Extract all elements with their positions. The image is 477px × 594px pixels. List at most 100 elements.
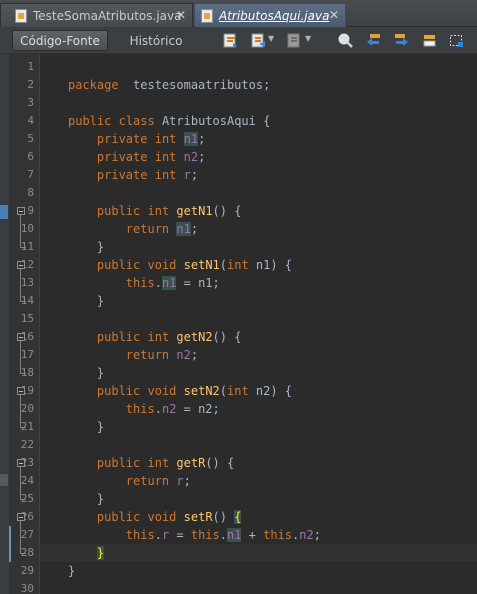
code-line[interactable]: } <box>40 238 477 256</box>
code-line[interactable]: public int getN2() { <box>40 328 477 346</box>
code-line[interactable]: } <box>40 544 477 562</box>
fold-toggle-icon[interactable] <box>17 459 25 467</box>
line-number: 24 <box>20 474 34 487</box>
code-token: class <box>118 114 155 128</box>
code-token: getR <box>176 456 206 470</box>
code-token: n1 <box>176 222 191 236</box>
code-line[interactable] <box>40 436 477 454</box>
line-number: 27 <box>20 528 34 541</box>
code-token: int <box>227 384 249 398</box>
line-number: 1 <box>27 60 34 73</box>
code-line[interactable] <box>40 184 477 202</box>
code-token: = n1; <box>176 276 220 290</box>
code-token: int <box>147 456 170 470</box>
fold-toggle-icon[interactable] <box>17 333 25 341</box>
code-line[interactable]: return n1; <box>40 220 477 238</box>
code-line[interactable]: public void setN1(int n1) { <box>40 256 477 274</box>
code-line[interactable]: this.r = this.n1 + this.n2; <box>40 526 477 544</box>
code-token: setN1 <box>183 258 220 272</box>
code-token: n1 <box>161 276 177 290</box>
search-icon[interactable] <box>337 32 354 49</box>
code-token: n2 <box>183 150 199 164</box>
panel-marker <box>0 474 8 486</box>
code-line[interactable]: public void setR() { <box>40 508 477 526</box>
code-token: private <box>96 132 148 146</box>
history-view-button[interactable]: Histórico <box>124 30 188 51</box>
code-token: ; <box>190 168 199 182</box>
source-view-button[interactable]: Código-Fonte <box>12 30 108 51</box>
code-line[interactable]: } <box>40 292 477 310</box>
last-edit-icon[interactable] <box>222 32 239 49</box>
code-line[interactable]: return r; <box>40 472 477 490</box>
code-line[interactable]: } <box>40 418 477 436</box>
close-icon[interactable]: ✕ <box>329 8 339 22</box>
close-icon[interactable]: ✕ <box>176 8 186 22</box>
tab-atributos-aqui[interactable]: AtributosAqui.java ✕ <box>194 3 346 27</box>
code-token: n1) { <box>248 258 293 272</box>
code-line[interactable]: this.n2 = n2; <box>40 400 477 418</box>
code-token: getN2 <box>176 330 213 344</box>
find-next-icon[interactable] <box>393 32 410 49</box>
code-line[interactable]: private int n2; <box>40 148 477 166</box>
code-line[interactable] <box>40 310 477 328</box>
code-line[interactable] <box>40 94 477 112</box>
java-file-icon <box>15 8 27 23</box>
toggle-highlight-icon[interactable] <box>421 32 438 49</box>
code-line[interactable]: public int getN1() { <box>40 202 477 220</box>
code-line[interactable]: public void setN2(int n2) { <box>40 382 477 400</box>
forward-icon[interactable] <box>286 32 303 49</box>
line-number: 3 <box>27 96 34 109</box>
fold-toggle-icon[interactable] <box>17 387 25 395</box>
code-line[interactable]: private int n1; <box>40 130 477 148</box>
code-line[interactable] <box>40 58 477 76</box>
code-token: . <box>219 528 227 542</box>
code-token: () { <box>212 330 242 344</box>
fold-guide <box>20 215 21 247</box>
code-line[interactable]: public int getR() { <box>40 454 477 472</box>
code-line[interactable]: } <box>40 490 477 508</box>
fold-toggle-icon[interactable] <box>17 513 25 521</box>
code-editor[interactable]: package testesomaatributos; public class … <box>40 54 477 594</box>
code-line[interactable]: private int r; <box>40 166 477 184</box>
code-token: package <box>68 78 119 92</box>
code-token: ; <box>190 222 199 236</box>
code-line[interactable]: } <box>40 364 477 382</box>
fold-guide <box>20 341 21 373</box>
selection-marker <box>0 205 8 219</box>
code-token: return <box>125 348 170 362</box>
line-number: 2 <box>27 78 34 91</box>
fold-toggle-icon[interactable] <box>17 207 25 215</box>
code-token: ; <box>198 132 206 146</box>
chevron-down-icon[interactable]: ▼ <box>305 34 311 43</box>
code-line[interactable] <box>40 580 477 594</box>
code-line[interactable]: return n2; <box>40 346 477 364</box>
code-line[interactable]: package testesomaatributos; <box>40 76 477 94</box>
code-token: void <box>147 510 177 524</box>
code-line[interactable]: this.n1 = n1; <box>40 274 477 292</box>
chevron-down-icon[interactable]: ▼ <box>268 34 274 43</box>
editor-tab-bar: TesteSomaAtributos.java ✕ AtributosAqui.… <box>0 0 477 27</box>
code-line[interactable]: } <box>40 562 477 580</box>
code-token: n2) { <box>248 384 293 398</box>
find-previous-icon[interactable] <box>365 32 382 49</box>
code-token: } <box>96 546 105 560</box>
code-token: ( <box>219 384 227 398</box>
code-token: int <box>147 204 170 218</box>
code-token: } <box>68 240 105 254</box>
back-icon[interactable] <box>250 32 267 49</box>
code-token: . <box>154 528 162 542</box>
fold-toggle-icon[interactable] <box>17 261 25 269</box>
tab-teste-soma-atributos[interactable]: TesteSomaAtributos.java ✕ <box>0 3 193 27</box>
code-line[interactable]: public class AtributosAqui { <box>40 112 477 130</box>
code-token: n1 <box>183 132 199 146</box>
rectangular-selection-icon[interactable] <box>448 32 465 49</box>
